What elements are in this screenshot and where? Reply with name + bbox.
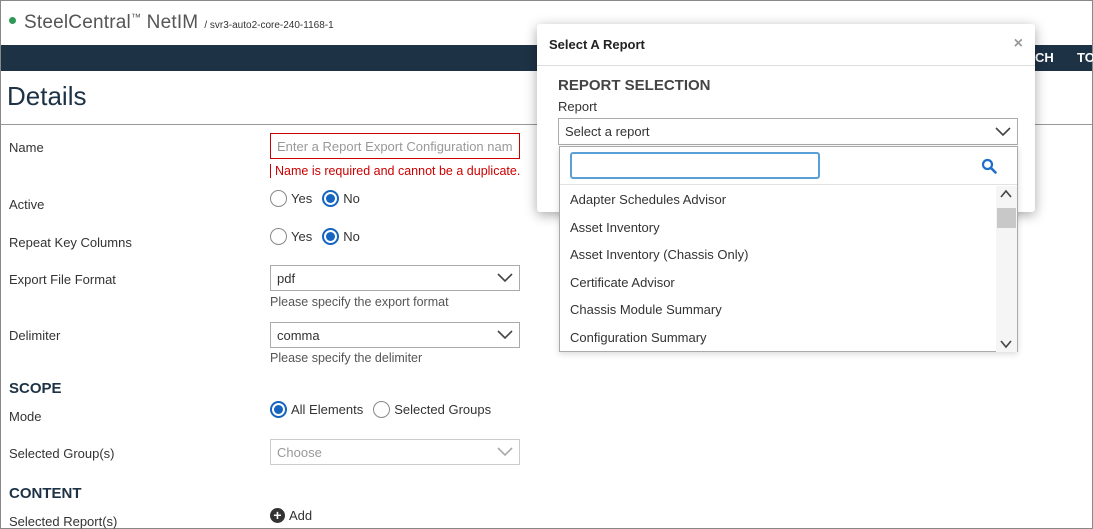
list-item[interactable]: Adapter Schedules Advisor — [560, 186, 997, 214]
add-report-button[interactable]: + Add — [270, 508, 312, 523]
name-label: Name — [9, 140, 44, 155]
list-item[interactable]: Configuration Summary — [560, 324, 997, 352]
list-item[interactable]: Asset Inventory (Chassis Only) — [560, 241, 997, 269]
groups-placeholder: Choose — [277, 444, 322, 460]
chevron-down-icon — [497, 273, 513, 283]
close-icon[interactable]: × — [1014, 35, 1023, 53]
repeat-yes-label: Yes — [291, 229, 313, 244]
search-icon[interactable] — [981, 158, 997, 174]
scrollbar[interactable] — [996, 186, 1017, 352]
host-name: / svr3-auto2-core-240-1168-1 — [204, 19, 334, 31]
chevron-down-icon[interactable] — [1000, 339, 1012, 349]
format-label: Export File Format — [9, 272, 116, 287]
report-label: Report — [558, 99, 598, 114]
nav-item-search[interactable]: CH — [1035, 50, 1054, 65]
format-select[interactable]: pdf — [270, 265, 520, 291]
chevron-down-icon — [497, 330, 513, 340]
active-yes-label: Yes — [291, 191, 313, 206]
active-yes-radio[interactable] — [270, 190, 287, 207]
page-title: Details — [7, 81, 87, 111]
report-placeholder: Select a report — [565, 124, 650, 139]
format-value: pdf — [277, 270, 296, 286]
plus-icon: + — [270, 508, 285, 523]
scroll-thumb[interactable] — [997, 208, 1016, 228]
name-error: Name is required and cannot be a duplica… — [270, 164, 520, 178]
list-item[interactable]: Asset Inventory — [560, 214, 997, 242]
name-input[interactable] — [270, 133, 520, 159]
dropdown-search-row — [560, 147, 1017, 185]
delimiter-label: Delimiter — [9, 328, 61, 343]
groups-label: Selected Group(s) — [9, 446, 115, 461]
modal-title: Select A Report — [549, 37, 645, 52]
scope-heading: SCOPE — [9, 380, 62, 397]
mode-radio-group: All Elements Selected Groups — [270, 401, 501, 418]
report-dropdown: Adapter Schedules Advisor Asset Inventor… — [559, 146, 1018, 352]
delimiter-select[interactable]: comma — [270, 322, 520, 348]
mode-all-label: All Elements — [291, 402, 364, 417]
reports-label: Selected Report(s) — [9, 514, 118, 529]
repeat-key-label: Repeat Key Columns — [9, 235, 132, 250]
mode-label: Mode — [9, 409, 42, 424]
groups-select[interactable]: Choose — [270, 439, 520, 465]
mode-selected-radio[interactable] — [373, 401, 391, 418]
format-hint: Please specify the export format — [270, 295, 449, 309]
active-radio-group: Yes No — [270, 190, 370, 207]
chevron-down-icon — [995, 126, 1011, 136]
report-list: Adapter Schedules Advisor Asset Inventor… — [560, 186, 997, 351]
delimiter-value: comma — [277, 327, 320, 343]
list-item[interactable]: Certificate Advisor — [560, 269, 997, 297]
report-search-input[interactable] — [570, 152, 820, 179]
chevron-down-icon — [497, 447, 513, 457]
repeat-yes-radio[interactable] — [270, 228, 287, 245]
nav-item-tools[interactable]: TO — [1077, 50, 1093, 65]
status-dot-icon — [9, 16, 16, 24]
active-no-radio[interactable] — [322, 190, 340, 207]
delimiter-hint: Please specify the delimiter — [270, 351, 423, 365]
add-label: Add — [289, 508, 313, 523]
modal-header: Select A Report × — [537, 24, 1035, 66]
repeat-no-radio[interactable] — [322, 228, 340, 245]
chevron-up-icon[interactable] — [1000, 189, 1012, 199]
repeat-no-label: No — [343, 229, 360, 244]
list-item[interactable]: Chassis Module Summary — [560, 296, 997, 324]
content-heading: CONTENT — [9, 485, 82, 502]
mode-all-radio[interactable] — [270, 401, 287, 418]
repeat-radio-group: Yes No — [270, 228, 370, 245]
report-select[interactable]: Select a report — [558, 118, 1018, 145]
active-no-label: No — [343, 191, 360, 206]
active-label: Active — [9, 197, 45, 212]
mode-selected-label: Selected Groups — [394, 402, 492, 417]
brand-logo[interactable]: SteelCentral™ NetIM — [24, 12, 198, 34]
report-selection-heading: REPORT SELECTION — [558, 77, 711, 94]
